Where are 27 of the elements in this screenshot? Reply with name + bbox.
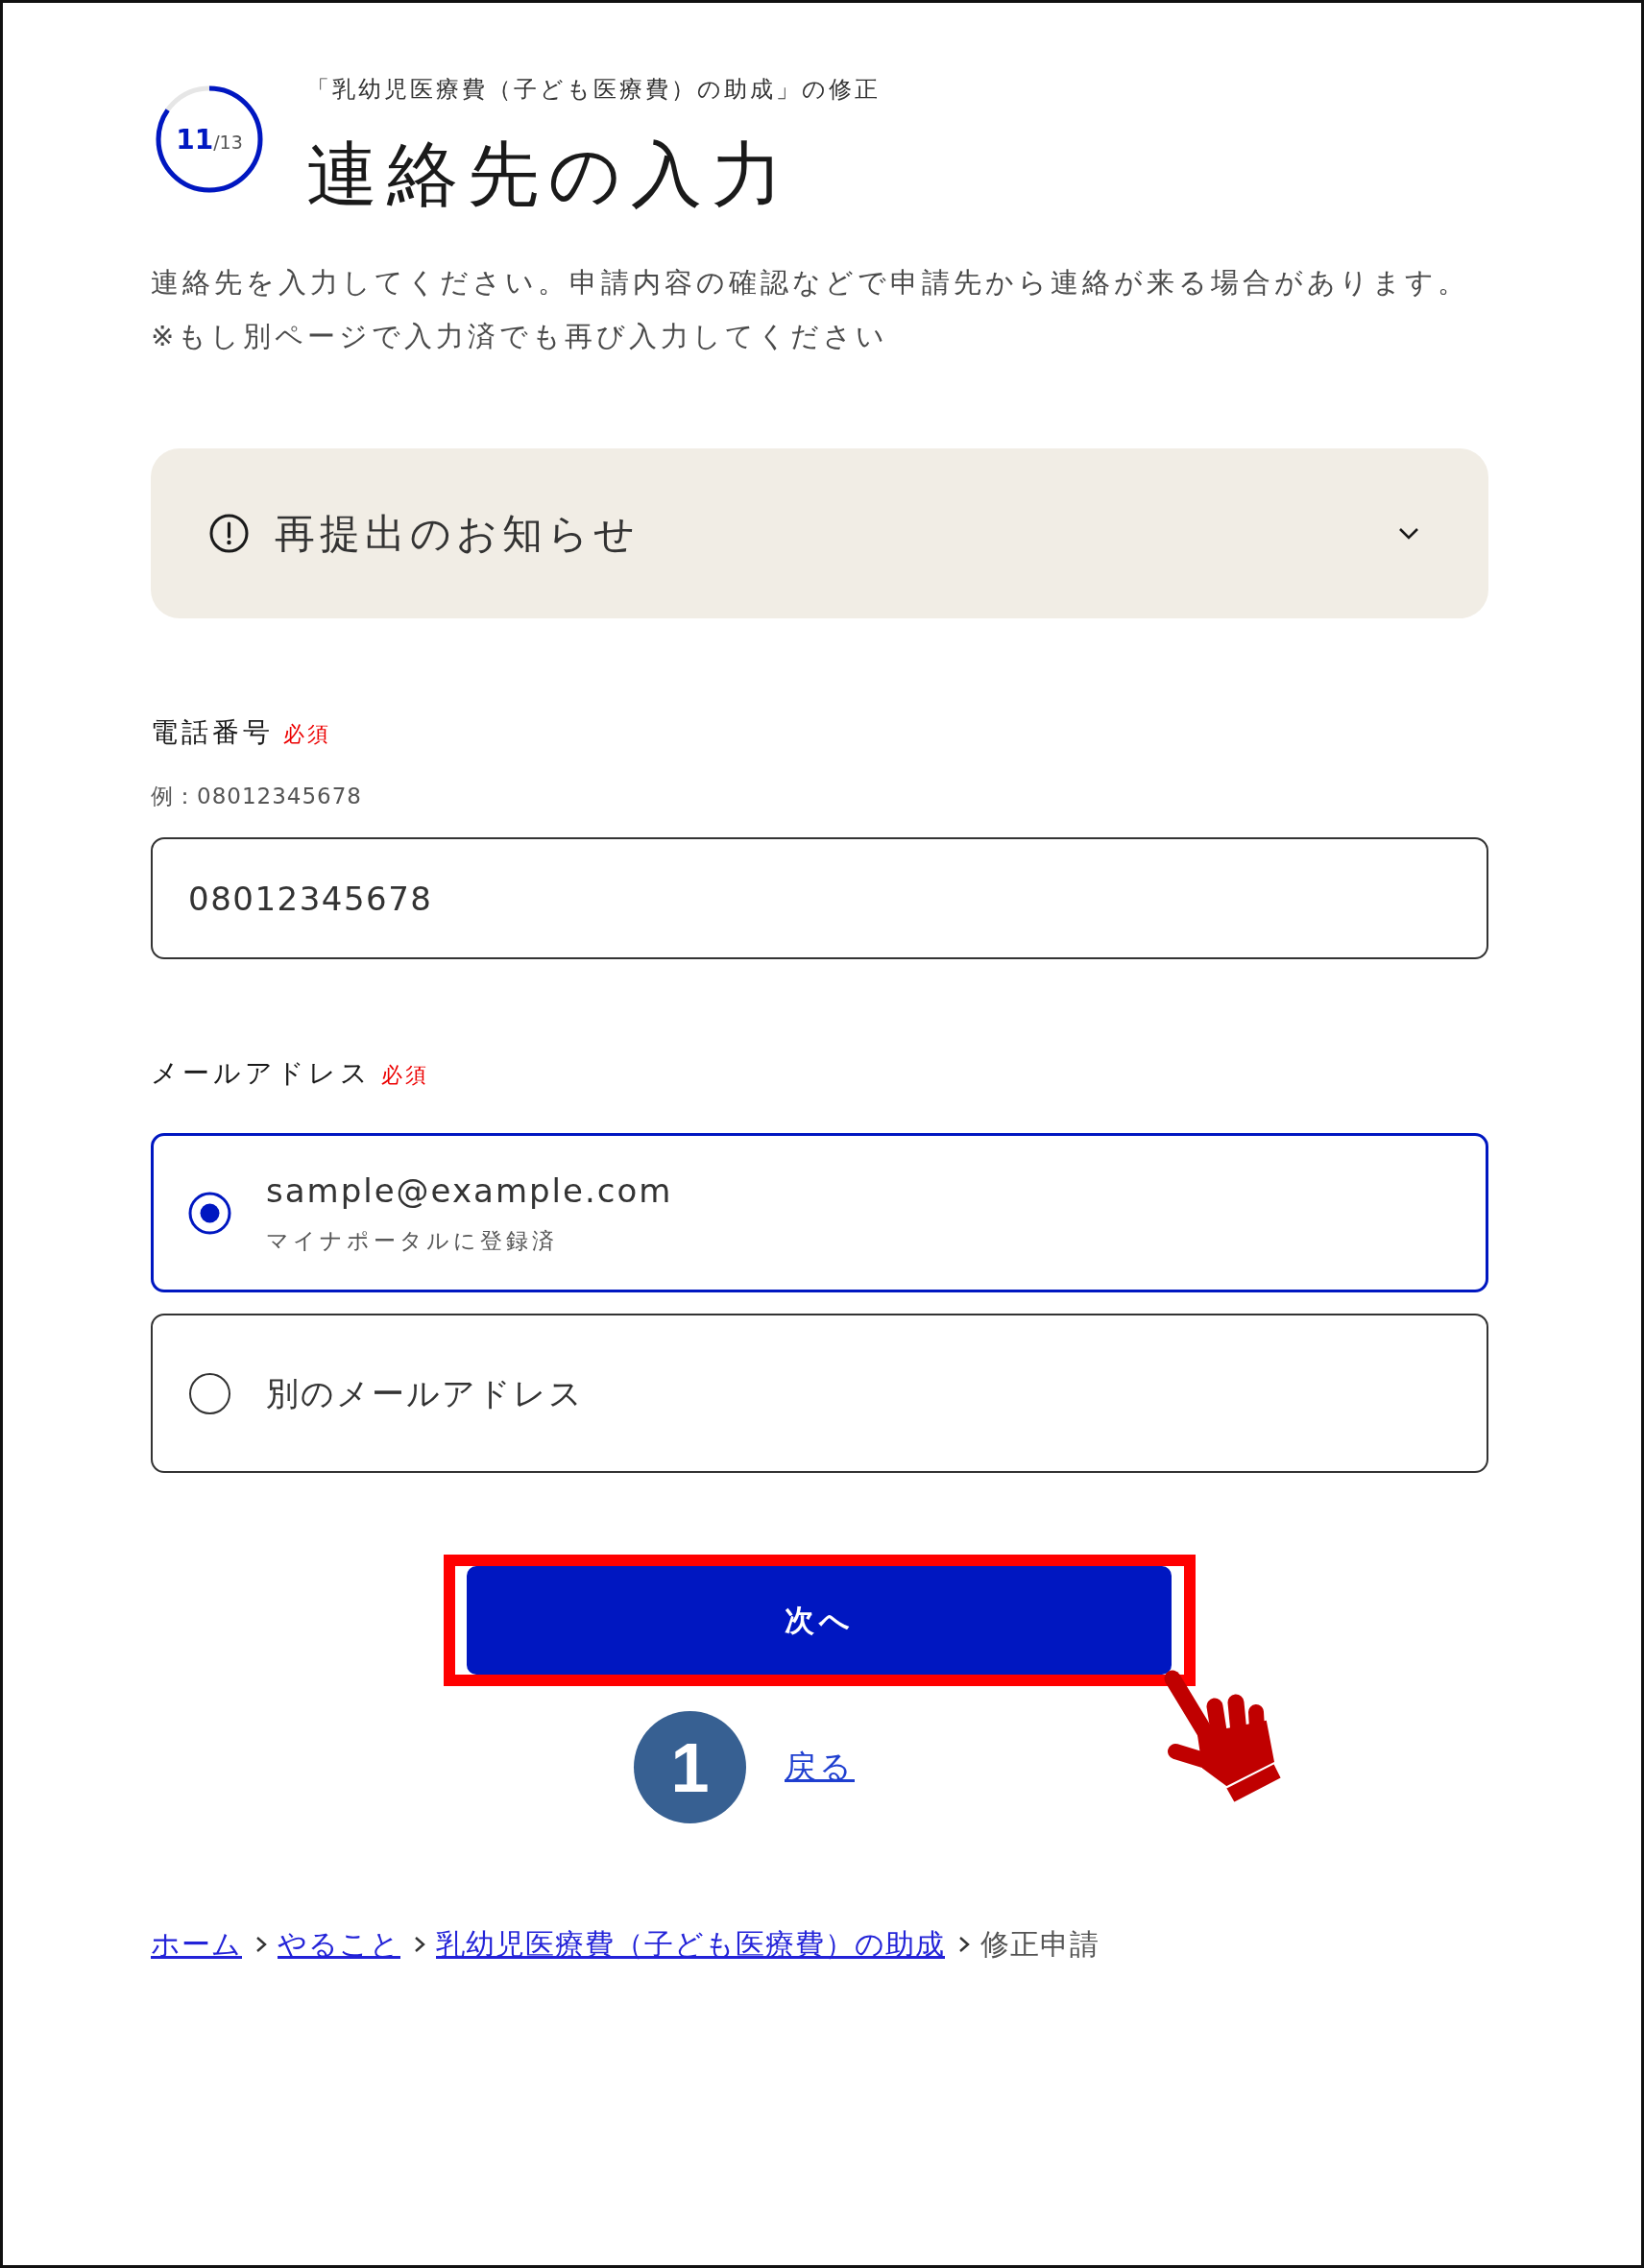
radio-icon[interactable]: [188, 1191, 231, 1235]
required-label: 必須: [381, 1062, 429, 1089]
phone-input[interactable]: 08012345678: [151, 837, 1488, 959]
breadcrumb-link[interactable]: ホーム: [151, 1923, 242, 1966]
email-option[interactable]: 別のメールアドレス: [151, 1314, 1488, 1473]
notice-accordion[interactable]: 再提出のお知らせ: [151, 448, 1488, 618]
exclamation-icon: [209, 514, 249, 553]
chevron-right-icon: [414, 1935, 425, 1954]
example-text: 例：08012345678: [151, 783, 363, 810]
breadcrumb-link[interactable]: やること: [278, 1923, 400, 1966]
email-option[interactable]: sample@example.com マイナポータルに登録済: [151, 1133, 1488, 1292]
chevron-right-icon: [958, 1935, 970, 1954]
page-subtitle: 「乳幼児医療費（子ども医療費）の助成」の修正: [306, 75, 881, 105]
page-title: 連絡先の入力: [306, 133, 793, 215]
radio-icon[interactable]: [188, 1371, 231, 1415]
step-count: 11/13: [176, 123, 243, 156]
breadcrumb-link[interactable]: 乳幼児医療費（子ども医療費）の助成: [436, 1923, 945, 1966]
back-link[interactable]: 戻る: [785, 1746, 855, 1789]
next-button[interactable]: 次へ: [467, 1566, 1172, 1675]
breadcrumb-current: 修正申請: [980, 1926, 1100, 1963]
field-label: 電話番号: [151, 715, 274, 750]
chevron-right-icon: [255, 1935, 267, 1954]
description-text: 連絡先を入力してください。申請内容の確認などで申請先から連絡が来る場合があります。: [151, 265, 1470, 301]
step-badge: 1: [634, 1711, 746, 1823]
description-text: ※もし別ページで入力済でも再び入力してください: [151, 319, 890, 354]
field-label: メールアドレス: [151, 1056, 372, 1091]
required-label: 必須: [283, 721, 331, 748]
